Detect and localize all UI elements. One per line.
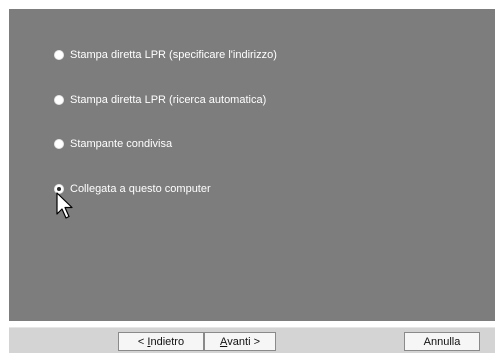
- cancel-button-label: Annulla: [423, 335, 461, 348]
- next-button-suffix: >: [250, 335, 261, 348]
- next-button-label: vanti: [227, 335, 251, 348]
- radio-option-lpr-address[interactable]: Stampa diretta LPR (specificare l'indiri…: [54, 46, 277, 64]
- radio-option-lpr-auto-search[interactable]: Stampa diretta LPR (ricerca automatica): [54, 91, 266, 109]
- next-button-mnemonic: A: [219, 335, 228, 348]
- back-button-prefix: <: [137, 335, 148, 348]
- wizard-window: Stampa diretta LPR (specificare l'indiri…: [0, 0, 503, 359]
- mouse-pointer-icon: [56, 192, 73, 219]
- wizard-button-bar: < Indietro Avanti > Annulla: [9, 327, 495, 353]
- back-button-label: ndietro: [150, 335, 185, 348]
- radio-button[interactable]: [54, 50, 64, 60]
- radio-option-local-computer[interactable]: Collegata a questo computer: [54, 180, 211, 198]
- back-button[interactable]: < Indietro: [118, 332, 204, 351]
- radio-option-label: Stampa diretta LPR (ricerca automatica): [70, 94, 267, 106]
- cancel-button[interactable]: Annulla: [404, 332, 480, 351]
- radio-button[interactable]: [54, 139, 64, 149]
- radio-option-label: Collegata a questo computer: [70, 183, 211, 195]
- radio-option-label: Stampante condivisa: [70, 138, 173, 150]
- radio-option-label: Stampa diretta LPR (specificare l'indiri…: [70, 49, 277, 61]
- next-button[interactable]: Avanti >: [204, 332, 276, 351]
- options-panel: Stampa diretta LPR (specificare l'indiri…: [9, 9, 495, 321]
- radio-option-shared-printer[interactable]: Stampante condivisa: [54, 135, 172, 153]
- radio-button[interactable]: [54, 95, 64, 105]
